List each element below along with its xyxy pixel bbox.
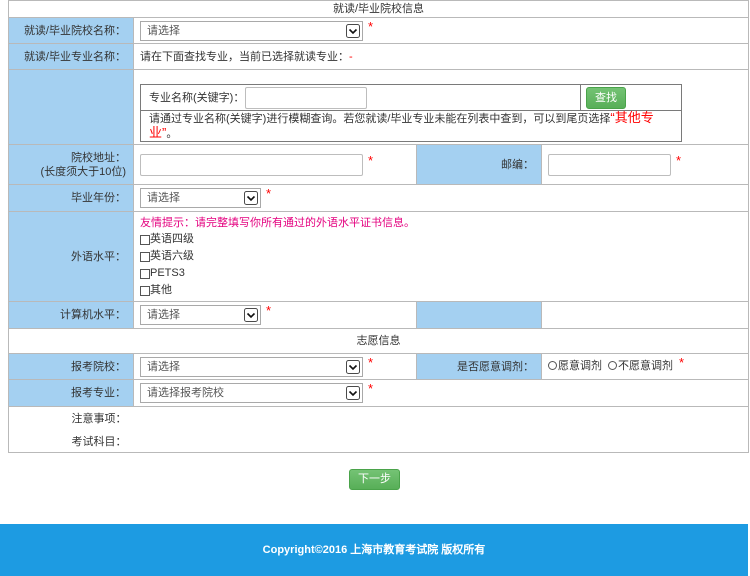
checkbox-option-other[interactable]: 其他 [140,282,742,299]
section-title-preference: 志愿信息 [8,328,749,354]
checkbox-option-cet6[interactable]: 英语六级 [140,248,742,265]
required-marker: * [676,152,682,168]
apply-school-field-cell: 请选择 * [133,353,417,380]
search-button-cell: 查找 [580,84,682,111]
radio-option-label: 愿意调剂 [558,360,602,373]
apply-school-select-value: 请选择 [147,360,180,373]
checkbox-label: 英语四级 [150,233,194,245]
checkbox-option-pets3[interactable]: PETS3 [140,265,742,282]
required-marker: * [266,303,272,318]
major-name-field-cell: 请在下面查找专业，当前已选择就读专业：- [133,43,749,70]
required-marker: * [368,152,374,168]
chevron-down-icon[interactable] [346,359,360,374]
school-name-select[interactable]: 请选择 [140,20,363,41]
computer-level-field-cell: 请选择 * [133,301,417,329]
graduation-year-select-value: 请选择 [147,192,180,204]
radio-option-label: 不愿意调剂 [618,360,673,373]
school-name-label: 就读/毕业院校名称： [8,17,134,44]
computer-level-select-value: 请选择 [147,309,180,321]
chevron-down-icon[interactable] [244,191,258,205]
required-marker: * [266,186,272,201]
computer-level-extra-cell [541,301,749,329]
major-name-label: 就读/毕业专业名称： [8,43,134,70]
exam-subjects-label: 考试科目： [8,431,134,453]
graduation-year-label: 毕业年份： [8,184,134,212]
major-search-instruction: 请在下面查找专业，当前已选择就读专业： [140,50,349,63]
apply-major-label: 报考专业： [8,379,134,407]
school-address-label: 院校地址： [71,151,126,164]
apply-major-select-value: 请选择报考院校 [147,387,224,399]
checkbox-option-cet4[interactable]: 英语四级 [140,231,742,248]
checkbox-label: PETS3 [150,267,185,279]
keyword-cell: 专业名称(关键字)： [140,84,581,111]
checkbox[interactable] [140,286,150,296]
chevron-down-icon[interactable] [346,23,360,38]
computer-level-label: 计算机水平： [8,301,134,329]
copyright-text: Copyright©2016 上海市教育考试院 版权所有 [262,544,486,556]
school-address-input[interactable] [140,153,363,176]
enrollment-form-page: 就读/毕业院校信息 就读/毕业院校名称： 请选择 * 就读/毕业专业名称： 请在… [0,0,750,576]
application-form-table: 就读/毕业院校信息 就读/毕业院校名称： 请选择 * 就读/毕业专业名称： 请在… [8,0,749,453]
graduation-year-select[interactable]: 请选择 [140,188,261,208]
required-marker: * [368,354,374,370]
chevron-down-icon[interactable] [244,308,258,322]
radio-option-unwilling[interactable]: 不愿意调剂 [608,360,673,372]
search-hint-cell: 请通过专业名称(关键字)进行模糊查询。若您就读/毕业专业未能在列表中查到，可以到… [140,110,682,142]
footer: Copyright©2016 上海市教育考试院 版权所有 [0,524,748,576]
chevron-down-icon[interactable] [346,386,360,400]
checkbox[interactable] [140,235,150,245]
radio-option-willing[interactable]: 愿意调剂 [548,360,602,372]
school-name-select-value: 请选择 [147,24,180,37]
computer-level-extra-label-cell [416,301,542,329]
search-button[interactable]: 查找 [586,86,626,109]
checkbox-label: 英语六级 [150,250,194,262]
postcode-label: 邮编： [416,144,542,185]
apply-school-select[interactable]: 请选择 [140,356,363,377]
checkbox[interactable] [140,269,150,279]
required-marker: * [679,354,685,370]
graduation-year-field-cell: 请选择 * [133,184,749,212]
required-marker: * [368,18,374,34]
next-step-button[interactable]: 下一步 [349,469,400,490]
checkbox-label: 其他 [150,284,172,296]
school-address-field-cell: * [133,144,417,185]
selected-major-value: - [349,50,353,63]
adjustment-label: 是否愿意调剂： [416,353,542,380]
apply-major-select[interactable]: 请选择报考院校 [140,383,363,403]
search-hint-end: 。 [166,128,178,140]
exam-subjects-content [133,431,749,453]
notes-label: 注意事项： [8,406,134,432]
apply-major-field-cell: 请选择报考院校 * [133,379,749,407]
foreign-language-field-cell: 友情提示：请完整填写你所有通过的外语水平证书信息。 英语四级 英语六级 PETS… [133,211,749,302]
major-search-label-cell [8,69,134,145]
section-title-school-info: 就读/毕业院校信息 [8,0,749,18]
keyword-label: 专业名称(关键字)： [149,91,245,104]
foreign-language-tip: 友情提示：请完整填写你所有通过的外语水平证书信息。 [140,217,415,229]
search-hint-text: 请通过专业名称(关键字)进行模糊查询。若您就读/毕业专业未能在列表中查到，可以到… [149,113,611,125]
required-marker: * [368,381,374,396]
notes-content [133,406,749,432]
school-name-field-cell: 请选择 * [133,17,749,44]
school-address-length-note: (长度须大于10位) [40,165,126,178]
computer-level-select[interactable]: 请选择 [140,305,261,325]
checkbox[interactable] [140,252,150,262]
radio-button[interactable] [608,361,617,371]
radio-button[interactable] [548,361,557,371]
adjustment-field-cell: 愿意调剂 不愿意调剂 * [541,353,749,380]
major-search-cell: 专业名称(关键字)： 查找 请通过专业名称(关键字)进行模糊查询。若您就读/毕业… [133,69,749,145]
keyword-input[interactable] [245,86,368,109]
foreign-language-label: 外语水平： [8,211,134,302]
postcode-input[interactable] [548,153,671,176]
major-search-table: 专业名称(关键字)： 查找 请通过专业名称(关键字)进行模糊查询。若您就读/毕业… [140,84,682,142]
apply-school-label: 报考院校： [8,353,134,380]
school-address-label-cell: 院校地址： (长度须大于10位) [8,144,134,185]
postcode-field-cell: * [541,144,749,185]
